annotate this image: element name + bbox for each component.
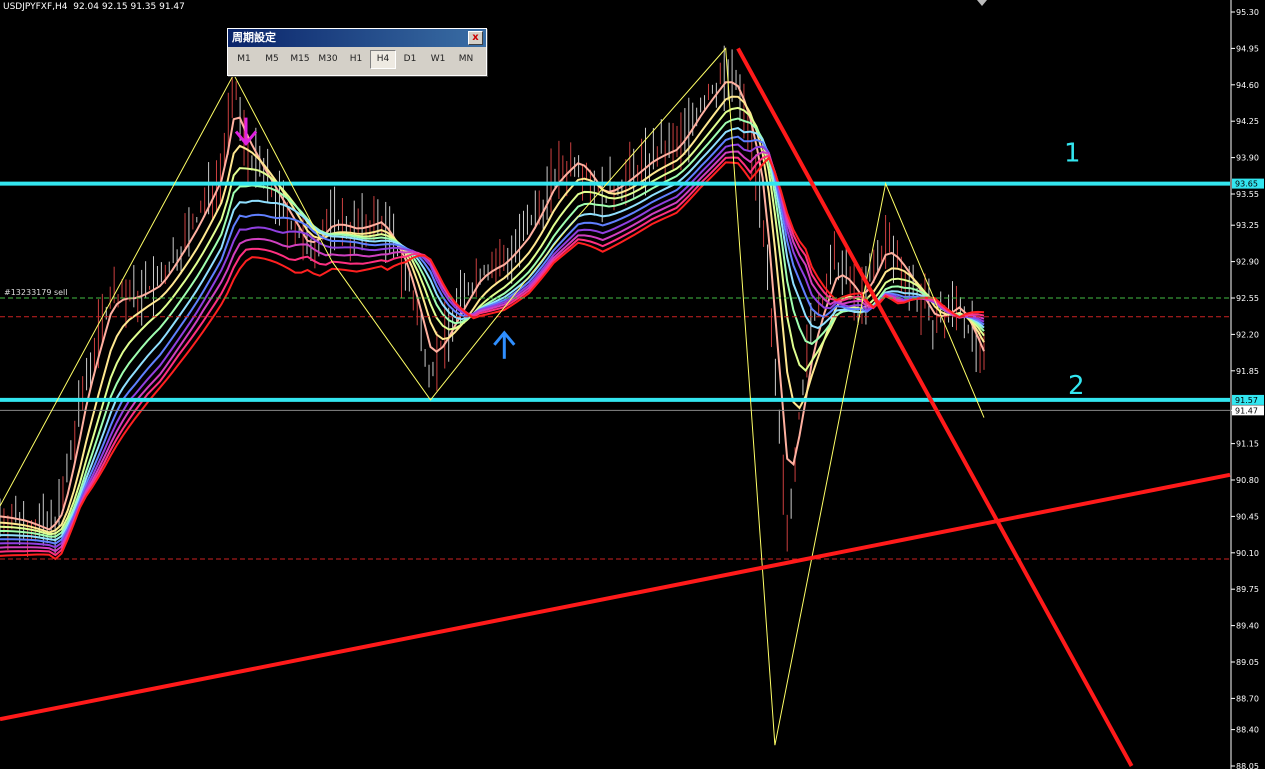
scroll-marker-icon — [977, 0, 987, 6]
arrow-down-icon — [234, 117, 258, 146]
zigzag-line — [0, 47, 985, 746]
trendline-0 — [0, 472, 1231, 722]
period-button-h1[interactable]: H1 — [342, 50, 370, 69]
price-chart[interactable]: 95.30 94.95 94.60 94.25 93.90 93.55 93.25 92.90… — [0, 0, 1265, 769]
y-tick-label: 88.40 — [1236, 726, 1259, 735]
y-tick-label: 90.80 — [1236, 476, 1259, 485]
y-tick-label: 89.05 — [1236, 658, 1259, 667]
chart-header: USDJPYFXF,H4 92.04 92.15 91.35 91.47 — [3, 2, 185, 12]
y-tick-label: 89.40 — [1236, 622, 1259, 631]
order-label: #13233179 sell — [4, 288, 68, 297]
period-button-h4[interactable]: H4 — [370, 50, 396, 69]
y-tick-label: 93.25 — [1236, 221, 1259, 230]
period-button-m5[interactable]: M5 — [258, 50, 286, 69]
y-tick-label: 92.20 — [1236, 330, 1259, 339]
level-2-price-tag: 91.57 — [1235, 396, 1258, 405]
y-tick-label: 90.10 — [1236, 549, 1259, 558]
period-window-title-text: 周期設定 — [232, 31, 276, 44]
chart-area[interactable]: 95.30 94.95 94.60 94.25 93.90 93.55 93.25 92.90… — [0, 0, 1265, 769]
y-tick-label: 92.90 — [1236, 258, 1259, 267]
y-tick-label: 89.75 — [1236, 585, 1259, 594]
ribbon-line-6 — [0, 143, 985, 549]
ribbon-line-7 — [0, 150, 985, 553]
ohlc-label: 92.04 92.15 91.35 91.47 — [73, 2, 185, 12]
y-tick-label: 95.30 — [1236, 8, 1259, 17]
y-tick-label: 94.95 — [1236, 44, 1259, 53]
period-button-w1[interactable]: W1 — [424, 50, 452, 69]
y-tick-label: 92.55 — [1236, 294, 1259, 303]
y-tick-label: 88.70 — [1236, 694, 1259, 703]
ribbon-line-4 — [0, 127, 985, 542]
level-1-label: 1 — [1064, 139, 1081, 169]
y-tick-label: 91.15 — [1236, 440, 1259, 449]
period-settings-window[interactable]: 周期設定 x M1 M5 M15 M30 H1 H4 D1 W1 MN — [227, 28, 487, 76]
arrow-up-icon — [493, 330, 516, 359]
y-tick-label: 93.55 — [1236, 190, 1259, 199]
period-button-m1[interactable]: M1 — [230, 50, 258, 69]
level-1-price-tag: 93.65 — [1235, 180, 1258, 189]
y-tick-label: 93.90 — [1236, 154, 1259, 163]
symbol-label: USDJPYFXF,H4 — [3, 2, 68, 12]
y-tick-label: 94.25 — [1236, 117, 1259, 126]
last-price-tag: 91.47 — [1235, 406, 1258, 415]
period-window-title[interactable]: 周期設定 x — [228, 29, 486, 47]
ribbon-line-3 — [0, 117, 985, 538]
y-tick-label: 91.85 — [1236, 367, 1259, 376]
period-button-row: M1 M5 M15 M30 H1 H4 D1 W1 MN — [228, 47, 486, 72]
y-tick-label: 94.60 — [1236, 81, 1259, 90]
period-button-d1[interactable]: D1 — [396, 50, 424, 69]
y-tick-label: 88.05 — [1236, 762, 1259, 769]
ribbon-line-9 — [0, 156, 985, 561]
period-button-mn[interactable]: MN — [452, 50, 480, 69]
ribbon-line-2 — [0, 106, 985, 536]
y-tick-label: 90.45 — [1236, 512, 1259, 521]
close-icon[interactable]: x — [468, 31, 483, 45]
level-2-label: 2 — [1068, 371, 1085, 401]
period-button-m30[interactable]: M30 — [314, 50, 342, 69]
period-button-m15[interactable]: M15 — [286, 50, 314, 69]
